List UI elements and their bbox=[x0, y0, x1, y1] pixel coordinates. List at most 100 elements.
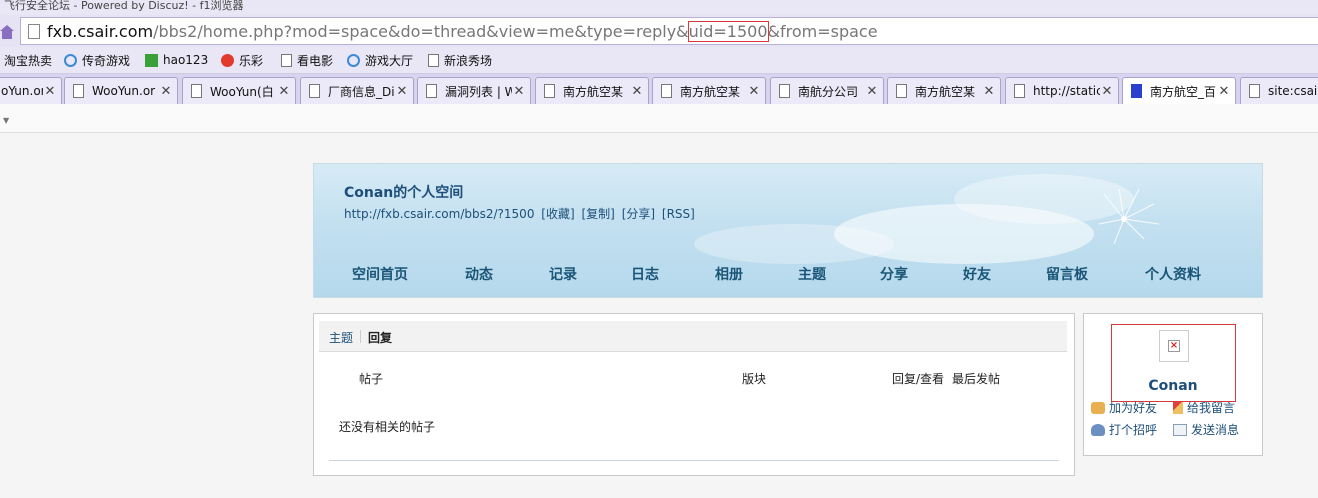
browser-tab[interactable]: 南方航空某 ✕ bbox=[652, 77, 766, 104]
username[interactable]: Conan bbox=[1084, 378, 1262, 394]
space-links: http://fxb.csair.com/bbs2/?1500 [收藏] [复制… bbox=[344, 205, 698, 222]
tab-bar: oYun.or ✕ WooYun.or ✕ WooYun(白 ✕ 厂商信息_Di ✕ 漏… bbox=[0, 74, 1318, 104]
home-icon[interactable] bbox=[0, 21, 14, 41]
nav-records[interactable]: 记录 bbox=[549, 264, 577, 284]
space-url-link[interactable]: http://fxb.csair.com/bbs2/?1500 bbox=[344, 207, 534, 221]
nav-album[interactable]: 相册 bbox=[715, 264, 743, 284]
leave-message-link[interactable]: 给我留言 bbox=[1173, 399, 1235, 416]
action-label: 给我留言 bbox=[1187, 401, 1236, 415]
url-path-tail: &from=space bbox=[767, 22, 878, 41]
rss-link[interactable]: [RSS] bbox=[662, 207, 695, 221]
tab-label: 南方航空某 bbox=[563, 84, 624, 99]
navigation-bar: fxb.csair.com/bbs2/home.php?mod=space&do… bbox=[0, 15, 1318, 47]
send-message-link[interactable]: 发送消息 bbox=[1173, 421, 1239, 438]
close-icon[interactable]: ✕ bbox=[865, 84, 879, 99]
nav-share[interactable]: 分享 bbox=[880, 264, 908, 284]
dropdown-arrow-icon[interactable]: ▼ bbox=[3, 116, 9, 125]
browser-tab[interactable]: site:csair bbox=[1240, 77, 1318, 104]
address-bar[interactable]: fxb.csair.com/bbs2/home.php?mod=space&do… bbox=[20, 17, 1318, 45]
tab-label: WooYun(白 bbox=[210, 84, 274, 99]
page-icon bbox=[1249, 84, 1260, 98]
bookmark-movie[interactable]: 看电影 bbox=[281, 51, 333, 69]
page-icon bbox=[281, 53, 292, 67]
nav-space-home[interactable]: 空间首页 bbox=[352, 264, 408, 284]
copy-link[interactable]: [复制] bbox=[581, 207, 614, 221]
add-friend-link[interactable]: 加为好友 bbox=[1091, 399, 1157, 416]
tab-label: 南航分公司 bbox=[798, 84, 859, 99]
bookmark-label: 乐彩 bbox=[239, 53, 264, 68]
close-icon[interactable]: ✕ bbox=[630, 84, 644, 99]
page-icon bbox=[544, 84, 555, 98]
column-last-post: 最后发帖 bbox=[952, 372, 1001, 386]
page-toolbar: ▼ bbox=[0, 104, 1318, 133]
url-uid-highlight: uid=1500 bbox=[687, 21, 769, 42]
bookmark-label: 游戏大厅 bbox=[365, 53, 414, 68]
bookmark-chuanqi[interactable]: 传奇游戏 bbox=[64, 51, 130, 69]
bookmark-game-hall[interactable]: 游戏大厅 bbox=[347, 51, 413, 69]
nav-guestbook[interactable]: 留言板 bbox=[1046, 264, 1088, 284]
tab-replies[interactable]: 回复 bbox=[368, 329, 392, 346]
page-icon bbox=[426, 84, 437, 98]
browser-tab[interactable]: 南方航空某 ✕ bbox=[887, 77, 1001, 104]
bookmark-lecai[interactable]: 乐彩 bbox=[221, 51, 263, 69]
space-title: Conan的个人空间 bbox=[344, 185, 464, 201]
browser-tab[interactable]: 厂商信息_Di ✕ bbox=[300, 77, 414, 104]
thread-list-panel: 主题 回复 帖子 版块 回复/查看 最后发帖 还没有相关的帖子 bbox=[313, 313, 1075, 476]
ie-icon bbox=[347, 53, 360, 67]
browser-tab-active[interactable]: 南方航空_百 ✕ bbox=[1122, 77, 1236, 104]
handshake-icon bbox=[1091, 401, 1105, 414]
nav-threads[interactable]: 主题 bbox=[798, 264, 826, 284]
close-icon[interactable]: ✕ bbox=[747, 84, 761, 99]
say-hello-link[interactable]: 打个招呼 bbox=[1091, 421, 1157, 438]
bookmark-label: 新浪秀场 bbox=[444, 53, 493, 68]
page-icon bbox=[661, 84, 672, 98]
column-post: 帖子 bbox=[359, 372, 384, 386]
close-icon[interactable]: ✕ bbox=[1100, 84, 1114, 99]
divider bbox=[329, 460, 1059, 461]
browser-tab[interactable]: oYun.or ✕ bbox=[0, 77, 62, 104]
tab-threads[interactable]: 主题 bbox=[329, 329, 353, 346]
profile-card: × Conan 加为好友 给我留言 打个招呼 发送消息 bbox=[1083, 313, 1263, 456]
nav-blog[interactable]: 日志 bbox=[631, 264, 659, 284]
column-replies-views: 回复/查看 bbox=[892, 372, 945, 386]
favorite-link[interactable]: [收藏] bbox=[541, 207, 574, 221]
browser-tab[interactable]: WooYun(白 ✕ bbox=[182, 77, 296, 104]
close-icon[interactable]: ✕ bbox=[982, 84, 996, 99]
ie-icon bbox=[64, 53, 77, 67]
tab-label: site:csair bbox=[1268, 84, 1318, 98]
browser-tab[interactable]: 南航分公司 ✕ bbox=[770, 77, 884, 104]
nav-profile[interactable]: 个人资料 bbox=[1145, 264, 1201, 284]
close-icon[interactable]: ✕ bbox=[395, 84, 409, 99]
avatar[interactable]: × bbox=[1159, 330, 1189, 362]
page-icon bbox=[309, 84, 320, 98]
envelope-icon bbox=[1173, 423, 1187, 436]
bookmark-hao123[interactable]: hao123 bbox=[145, 51, 208, 69]
close-icon[interactable]: ✕ bbox=[1217, 84, 1231, 99]
hao123-icon bbox=[145, 53, 158, 67]
browser-tab[interactable]: http://static ✕ bbox=[1005, 77, 1119, 104]
url-text[interactable]: fxb.csair.com/bbs2/home.php?mod=space&do… bbox=[47, 21, 878, 42]
window-title: 飞行安全论坛 - Powered by Discuz! - f1浏览器 bbox=[0, 0, 1318, 15]
tab-label: http://static bbox=[1033, 84, 1100, 98]
url-host: fxb.csair.com bbox=[47, 22, 154, 41]
column-forum: 版块 bbox=[742, 372, 767, 386]
page-icon bbox=[191, 84, 202, 98]
nav-friends[interactable]: 好友 bbox=[963, 264, 991, 284]
bookmark-label: hao123 bbox=[163, 53, 209, 67]
close-icon[interactable]: ✕ bbox=[512, 84, 526, 99]
browser-tab[interactable]: WooYun.or ✕ bbox=[64, 77, 178, 104]
share-link[interactable]: [分享] bbox=[622, 207, 655, 221]
tab-divider bbox=[360, 330, 361, 343]
nav-feed[interactable]: 动态 bbox=[465, 264, 493, 284]
browser-tab[interactable]: 南方航空某 ✕ bbox=[535, 77, 649, 104]
close-icon[interactable]: ✕ bbox=[277, 84, 291, 99]
bookmark-label: 看电影 bbox=[297, 53, 334, 68]
tab-label: 南方航空_百 bbox=[1150, 84, 1217, 99]
browser-tab[interactable]: 漏洞列表 | W ✕ bbox=[417, 77, 531, 104]
page-icon bbox=[73, 84, 84, 98]
close-icon[interactable]: ✕ bbox=[159, 84, 173, 99]
close-icon[interactable]: ✕ bbox=[43, 84, 57, 99]
empty-message: 还没有相关的帖子 bbox=[339, 420, 436, 434]
bookmark-taobao[interactable]: 淘宝热卖 bbox=[4, 51, 52, 69]
bookmark-sina-show[interactable]: 新浪秀场 bbox=[428, 51, 492, 69]
